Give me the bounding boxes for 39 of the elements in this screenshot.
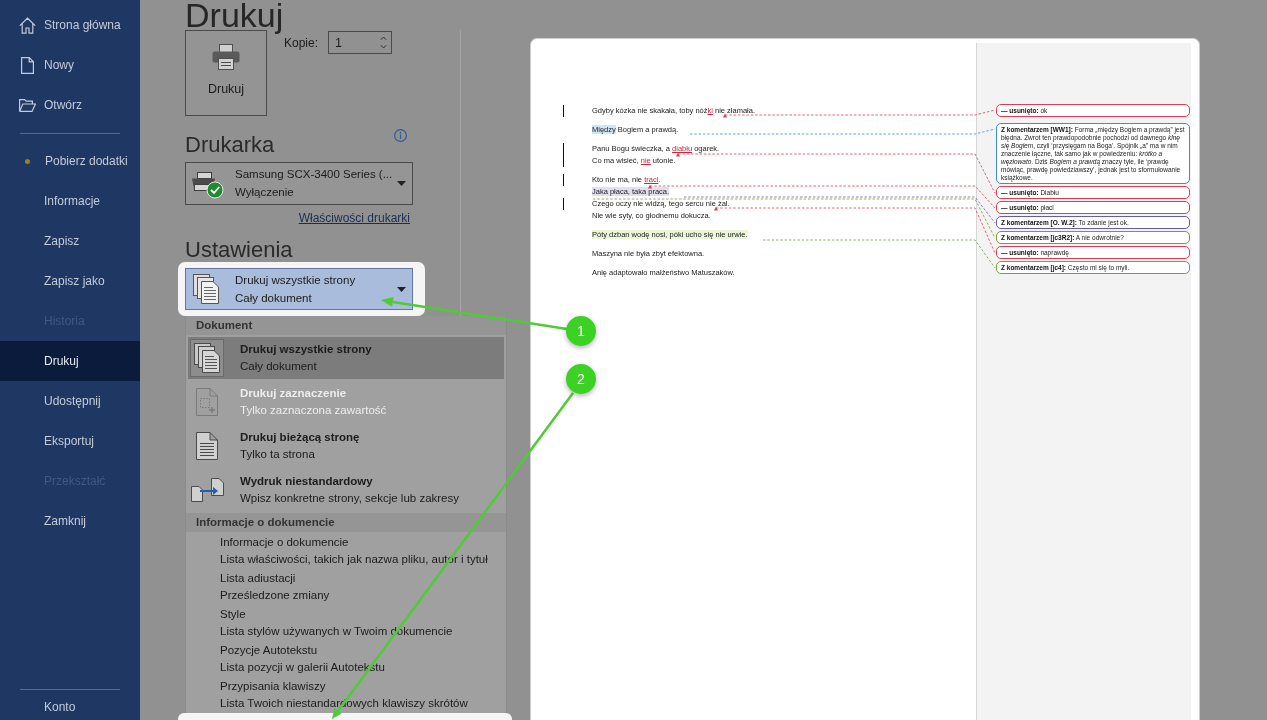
sidebar-item[interactable]: Pobierz dodatki (0, 141, 140, 181)
printer-properties-link[interactable]: Właściwości drukarki (298, 211, 410, 225)
sidebar-item[interactable]: Strona główna (0, 5, 140, 45)
sidebar-item[interactable]: Zapisz jako (0, 261, 140, 301)
sidebar-item[interactable]: Informacje (0, 181, 140, 221)
caret-icon (397, 181, 406, 186)
document-icon (19, 56, 36, 74)
menu-item[interactable]: Drukuj wszystkie strony Cały dokument (188, 337, 504, 379)
pages-icon (193, 274, 219, 304)
sidebar-item[interactable]: Nowy (0, 45, 140, 85)
printer-dropdown[interactable]: Samsung SCX-3400 Series (... Wyłączenie (185, 162, 413, 205)
copies-label: Kopie: (284, 35, 319, 50)
menu-item[interactable]: Lista adiustacji Prześledzone zmiany (188, 570, 504, 604)
section-heading: Ustawienia (185, 237, 293, 263)
pages-arrow-icon (190, 478, 224, 502)
folder-icon (19, 96, 36, 114)
page-selection-icon (196, 388, 218, 416)
sidebar-item[interactable]: Udostępnij (0, 381, 140, 421)
page-icon (196, 432, 218, 460)
printer-icon (212, 44, 240, 70)
info-icon[interactable] (394, 129, 407, 142)
section-heading: Drukarka (185, 132, 275, 158)
sidebar-item[interactable]: Konto (0, 694, 140, 720)
sidebar-item[interactable]: Drukuj (0, 341, 140, 381)
menu-item[interactable]: Drukuj bieżącą stronę Tylko ta strona (188, 425, 504, 467)
spin-arrows-icon[interactable] (380, 36, 388, 49)
sidebar-item[interactable]: Eksportuj (0, 421, 140, 461)
copies-field[interactable]: 1 (328, 31, 393, 54)
print-range-dropdown[interactable]: Drukuj wszystkie strony Cały dokument (185, 268, 413, 310)
home-icon (19, 16, 36, 34)
menu-section-header: Informacje o dokumencie (186, 513, 506, 532)
print-button[interactable]: Drukuj (185, 30, 267, 116)
menu-section-header: Dokument (186, 316, 506, 335)
caret-icon (397, 286, 406, 292)
pages-icon (194, 343, 220, 373)
sidebar-item[interactable]: Zapisz (0, 221, 140, 261)
sidebar-item[interactable]: Zamknij (0, 501, 140, 541)
menu-item[interactable]: Wydruk niestandardowy Wpisz konkretne strony, sekcje lub zakresy (188, 469, 504, 511)
sidebar-item[interactable]: Otwórz (0, 85, 140, 125)
